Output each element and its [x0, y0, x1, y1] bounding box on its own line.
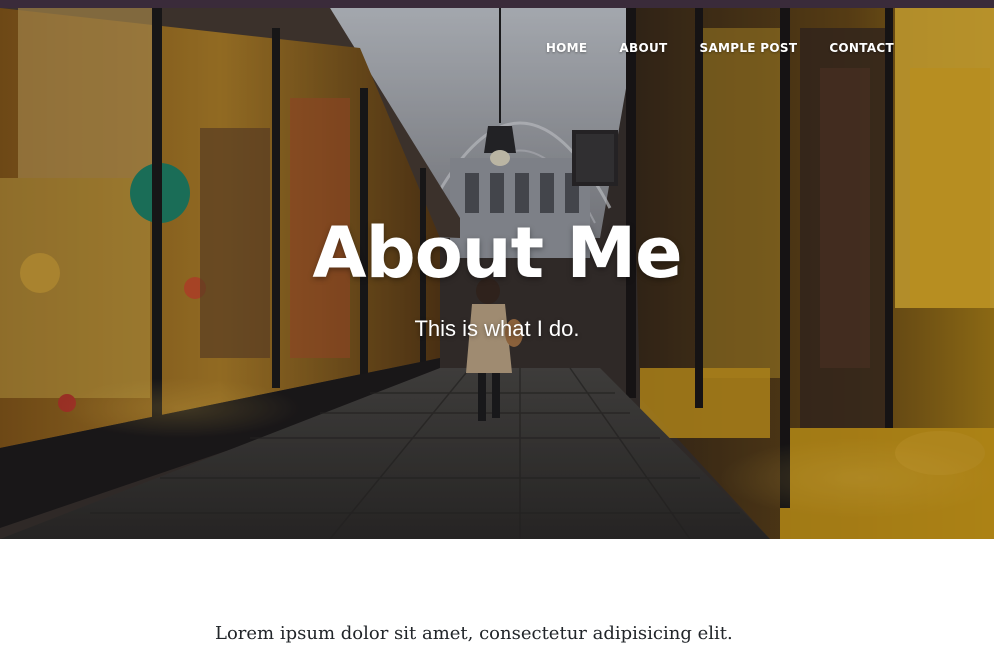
- content-paragraph: Lorem ipsum dolor sit amet, consectetur …: [215, 623, 733, 644]
- main-content: Lorem ipsum dolor sit amet, consectetur …: [215, 619, 815, 649]
- hero-header: HOME ABOUT SAMPLE POST CONTACT About Me …: [0, 8, 994, 539]
- top-strip: [0, 0, 994, 8]
- nav-link-home[interactable]: HOME: [530, 39, 604, 57]
- page-title: About Me: [312, 212, 682, 294]
- nav-link-sample-post[interactable]: SAMPLE POST: [684, 39, 814, 57]
- nav-link-contact[interactable]: CONTACT: [813, 39, 910, 57]
- nav-link-about[interactable]: ABOUT: [603, 39, 683, 57]
- page-subtitle: This is what I do.: [414, 316, 580, 341]
- main-navigation: HOME ABOUT SAMPLE POST CONTACT: [530, 39, 910, 57]
